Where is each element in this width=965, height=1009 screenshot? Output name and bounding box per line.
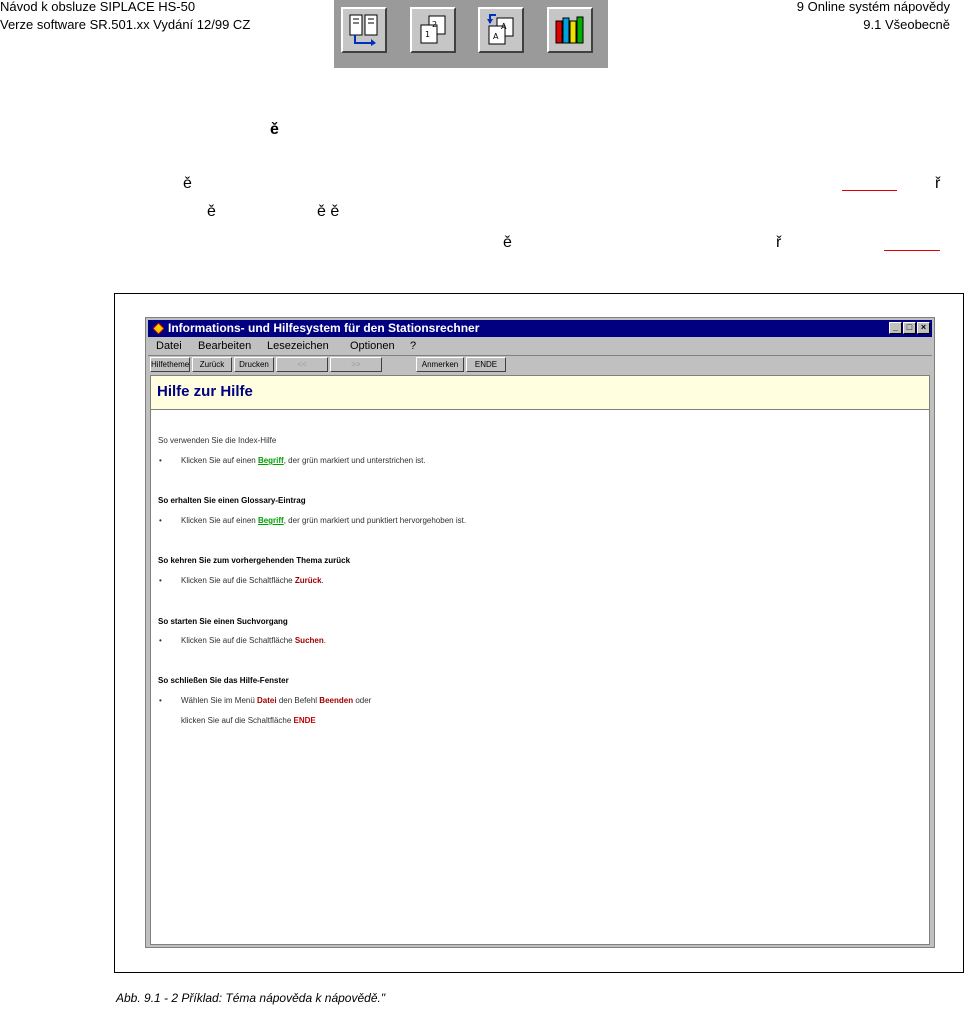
- help-button-bar: Hilfethemen Zurück Drucken << >> Anmerke…: [148, 355, 932, 374]
- instruction-text: klicken Sie auf die Schaltfläche ENDE: [181, 716, 316, 726]
- library-button[interactable]: [547, 7, 593, 53]
- topic-title: Hilfe zur Hilfe: [157, 383, 253, 400]
- hilfethemen-button[interactable]: Hilfethemen: [150, 357, 190, 372]
- menu-help[interactable]: ?: [410, 338, 416, 354]
- ende-button[interactable]: ENDE: [466, 357, 506, 372]
- menu-lesezeichen[interactable]: Lesezeichen: [267, 338, 329, 354]
- menu-datei[interactable]: Datei: [156, 338, 182, 354]
- instruction-text: Klicken Sie auf einen Begriff, der grün …: [181, 456, 426, 466]
- instruction-text: Klicken Sie auf die Schaltfläche Suchen.: [181, 636, 326, 646]
- instruction-text: Klicken Sie auf die Schaltfläche Zurück.: [181, 576, 324, 586]
- anmerken-button[interactable]: Anmerken: [416, 357, 464, 372]
- text: .: [323, 636, 326, 645]
- stray-glyph: ě: [183, 175, 192, 192]
- contents-button[interactable]: [341, 7, 387, 53]
- stray-glyph: ě: [207, 203, 216, 220]
- minimize-icon: _: [892, 322, 898, 332]
- prev-button[interactable]: <<: [276, 357, 328, 372]
- text: , der grün markiert und punktiert hervor…: [283, 516, 467, 525]
- stray-glyph: ř: [935, 175, 941, 192]
- stray-glyph: ě: [270, 121, 279, 138]
- contents-icon: [349, 14, 378, 46]
- topic-header: Hilfe zur Hilfe: [151, 376, 929, 410]
- zurueck-button[interactable]: Zurück: [192, 357, 232, 372]
- button-name: Zurück: [294, 576, 322, 585]
- stray-glyph: ě: [503, 234, 512, 251]
- window-title: Informations- und Hilfesystem für den St…: [168, 321, 480, 335]
- minimize-button[interactable]: _: [889, 322, 902, 334]
- bullet: •: [159, 576, 162, 585]
- drucken-button[interactable]: Drucken: [234, 357, 274, 372]
- maximize-button[interactable]: □: [903, 322, 916, 334]
- text: , der grün markiert und unterstrichen is…: [283, 456, 426, 465]
- pages-icon: 2 1: [420, 15, 446, 44]
- text: Klicken Sie auf einen: [181, 456, 258, 465]
- menu-bearbeiten[interactable]: Bearbeiten: [198, 338, 251, 354]
- link-underline[interactable]: [842, 190, 897, 191]
- help-content: Hilfe zur Hilfe So verwenden Sie die Ind…: [150, 375, 930, 945]
- text: oder: [353, 696, 372, 705]
- app-icon: [153, 323, 164, 334]
- close-icon: ×: [920, 322, 927, 332]
- svg-text:2: 2: [432, 20, 437, 29]
- text: .: [321, 576, 324, 585]
- books-icon: [555, 16, 584, 44]
- next-button[interactable]: >>: [330, 357, 382, 372]
- pages-button[interactable]: 2 1: [410, 7, 456, 53]
- text: klicken Sie auf die Schaltfläche: [181, 716, 294, 725]
- doc-header-chapter: 9 Online systém nápovědy: [796, 0, 950, 14]
- text: Klicken Sie auf einen: [181, 516, 258, 525]
- section-title: So verwenden Sie die Index-Hilfe: [158, 436, 277, 445]
- menu-bar: Datei Bearbeiten Lesezeichen Optionen ?: [148, 338, 932, 354]
- section-title: So erhalten Sie einen Glossary-Eintrag: [158, 496, 306, 505]
- bullet: •: [159, 636, 162, 645]
- maximize-icon: □: [906, 322, 913, 332]
- svg-text:A: A: [493, 32, 499, 41]
- button-name: Suchen: [294, 636, 324, 645]
- svg-text:1: 1: [425, 30, 430, 39]
- term-link[interactable]: Begriff: [258, 456, 284, 465]
- command-name: Beenden: [319, 696, 354, 705]
- bullet: •: [159, 696, 162, 705]
- stray-glyph: ě ě: [317, 203, 340, 220]
- index-button[interactable]: A A: [478, 7, 524, 53]
- help-window: Informations- und Hilfesystem für den St…: [145, 317, 935, 948]
- instruction-text: Wählen Sie im Menü Datei den Befehl Been…: [181, 696, 371, 706]
- nav-toolbar: 2 1 A A: [334, 0, 608, 68]
- text: Klicken Sie auf die Schaltfläche: [181, 636, 295, 645]
- section-title: So starten Sie einen Suchvorgang: [158, 617, 288, 626]
- button-name: ENDE: [293, 716, 316, 725]
- section-title: So kehren Sie zum vorhergehenden Thema z…: [158, 556, 351, 565]
- menu-optionen[interactable]: Optionen: [350, 338, 395, 354]
- figure-caption: Abb. 9.1 - 2 Příklad: Téma nápověda k ná…: [116, 991, 386, 1005]
- text: den Befehl: [276, 696, 320, 705]
- instruction-text: Klicken Sie auf einen Begriff, der grün …: [181, 516, 466, 526]
- stray-glyph: ř: [776, 234, 782, 251]
- link-underline[interactable]: [884, 250, 940, 251]
- doc-header-title: Návod k obsluze SIPLACE HS-50: [0, 0, 196, 14]
- svg-text:A: A: [501, 22, 507, 31]
- window-titlebar[interactable]: Informations- und Hilfesystem für den St…: [148, 320, 932, 337]
- doc-header-section: 9.1 Všeobecně: [863, 17, 950, 32]
- glossary-link[interactable]: Begriff: [258, 516, 284, 525]
- text: Wählen Sie im Menü: [181, 696, 258, 705]
- close-button[interactable]: ×: [917, 322, 930, 334]
- bullet: •: [159, 456, 162, 465]
- bullet: •: [159, 516, 162, 525]
- menu-name: Datei: [257, 696, 277, 705]
- doc-header-version: Verze software SR.501.xx Vydání 12/99 CZ: [0, 17, 251, 32]
- index-icon: A A: [487, 14, 514, 45]
- text: Klicken Sie auf die Schaltfläche: [181, 576, 295, 585]
- section-title: So schließen Sie das Hilfe-Fenster: [158, 676, 289, 685]
